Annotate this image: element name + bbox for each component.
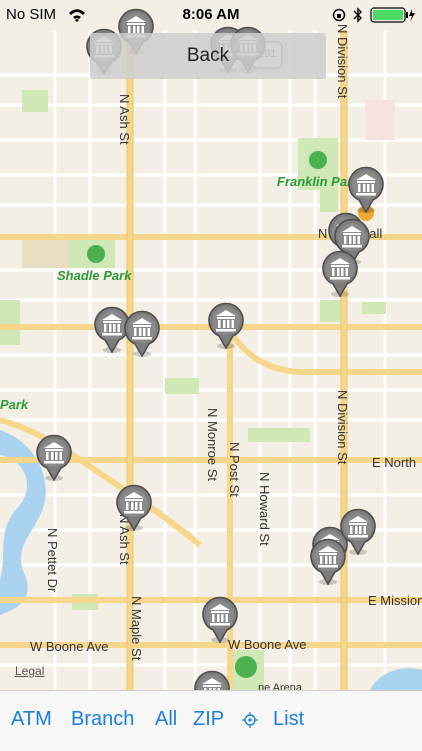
street-label-n-pettet: N Pettet Dr <box>45 528 60 593</box>
filter-atm-button[interactable]: ATM <box>11 708 52 731</box>
back-button-label: Back <box>186 45 230 66</box>
street-label-n-division-mid: N Division St <box>335 390 350 465</box>
status-bar: No SIM 8:06 AM <box>0 0 422 30</box>
location-target-icon[interactable] <box>242 712 258 728</box>
park-label-left: Park <box>0 397 29 412</box>
street-label-e-mission: E Mission <box>368 593 422 608</box>
street-label-n-maple: N Maple St <box>129 596 144 661</box>
bluetooth-icon <box>353 7 362 23</box>
bank-icon[interactable] <box>320 250 360 298</box>
street-label-n-division-top: N Division St <box>335 24 350 99</box>
street-label-e-north: E North <box>372 455 417 470</box>
bottom-toolbar: ATM Branch All ZIP List <box>0 690 422 751</box>
map-view[interactable]: 291 Franklin Park Shadle Park Park N own… <box>0 0 422 690</box>
street-label-n-post: N Post St <box>227 442 242 497</box>
back-button[interactable]: Back <box>90 33 326 79</box>
filter-all-button[interactable]: All <box>155 708 177 731</box>
bank-icon[interactable] <box>206 302 246 350</box>
park-label-shadle: Shadle Park <box>57 268 132 283</box>
battery-icon <box>370 7 415 23</box>
legal-link[interactable]: Legal <box>15 664 44 678</box>
street-label-n-monroe: N Monroe St <box>205 408 220 481</box>
street-label-n-howard: N Howard St <box>257 472 272 546</box>
arena-label: ne Arena <box>258 682 303 690</box>
bank-icon[interactable] <box>114 484 154 532</box>
bank-icon[interactable] <box>122 310 162 358</box>
list-view-button[interactable]: List <box>273 708 304 731</box>
bank-icon[interactable] <box>200 596 240 644</box>
orientation-lock-icon <box>332 8 346 22</box>
zip-search-button[interactable]: ZIP <box>193 708 224 731</box>
street-label-w-boone-left: W Boone Ave <box>30 639 109 654</box>
filter-branch-button[interactable]: Branch <box>71 708 134 731</box>
bank-icon[interactable] <box>192 670 232 690</box>
bank-icon[interactable] <box>34 434 74 482</box>
street-label-n-ash-top: N Ash St <box>117 94 132 145</box>
bank-icon[interactable] <box>308 538 348 586</box>
bank-icon[interactable] <box>346 166 386 214</box>
